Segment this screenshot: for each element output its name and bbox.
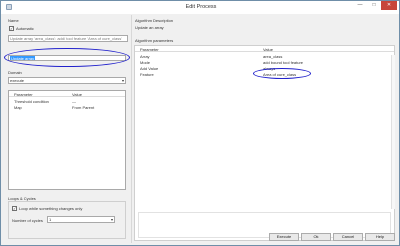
column-header: Parameter xyxy=(140,47,159,52)
execute-button[interactable]: Execute xyxy=(269,233,299,241)
domain-label: Domain xyxy=(8,70,22,75)
chevron-down-icon: ▾ xyxy=(121,78,124,83)
algorithm-description-label: Algorithm Description xyxy=(135,18,174,23)
chevron-down-icon: ▾ xyxy=(110,217,113,222)
domain-select-value: execute xyxy=(10,78,25,83)
domain-select[interactable]: execute ▾ xyxy=(8,77,126,84)
maximize-button[interactable]: □ xyxy=(367,1,381,10)
close-button[interactable]: ✕ xyxy=(381,1,397,10)
table-header: Parameter Value xyxy=(9,91,125,97)
parameter-cell: Threshold condition xyxy=(14,99,49,104)
ok-button[interactable]: Ok xyxy=(301,233,331,241)
cycles-select-value: 1 xyxy=(49,217,52,222)
algorithm-parameters-label: Algorithm parameters xyxy=(135,38,174,43)
value-cell[interactable]: From Parent xyxy=(72,105,94,110)
app-icon xyxy=(6,4,12,10)
loop-checkbox-label: Loop while something changes only xyxy=(19,206,83,211)
vertical-scrollbar[interactable] xyxy=(391,55,395,209)
hand-drawn-circle-annotation xyxy=(253,68,311,79)
parameter-cell: Mode xyxy=(140,60,151,65)
column-header: Value xyxy=(72,92,82,97)
value-cell[interactable]: — xyxy=(72,99,76,104)
name-label: Name xyxy=(8,18,19,23)
column-header: Value xyxy=(263,47,273,52)
window-title: Edit Process xyxy=(185,4,217,10)
algorithm-description-value: Update an array xyxy=(135,25,164,30)
loop-checkbox[interactable]: ✓ xyxy=(12,206,17,211)
parameter-cell: Map xyxy=(14,105,22,110)
cycles-select[interactable]: 1 ▾ xyxy=(47,216,115,223)
parameter-cell: Feature xyxy=(140,72,154,77)
title-bar: Edit Process — □ ✕ xyxy=(1,1,399,14)
automatic-checkbox[interactable]: ✓ xyxy=(9,26,14,31)
parameter-cell: Array xyxy=(140,54,150,59)
panel-splitter[interactable] xyxy=(131,15,132,243)
process-parameters-table: Parameter Value Threshold condition — Ma… xyxy=(8,90,126,190)
cancel-button[interactable]: Cancel xyxy=(333,233,363,241)
table-header: Parameter Value xyxy=(135,46,394,52)
name-expression-field[interactable]: Update array 'area_class': add/ tool fea… xyxy=(8,35,128,42)
value-cell[interactable]: area_class xyxy=(263,54,282,59)
automatic-label: Automatic xyxy=(16,26,34,31)
help-button[interactable]: Help xyxy=(365,233,395,241)
minimize-button[interactable]: — xyxy=(353,1,367,10)
edit-process-dialog: Edit Process — □ ✕ Name ✓ Automatic Upda… xyxy=(0,0,400,246)
name-expression-text: Update array 'area_class': add/ tool fea… xyxy=(10,36,123,41)
cycles-label: Number of cycles xyxy=(12,218,43,223)
dialog-client-area: Name ✓ Automatic Update array 'area_clas… xyxy=(4,15,396,243)
parameter-cell: Add Value xyxy=(140,66,159,71)
column-header: Parameter xyxy=(14,92,33,97)
hand-drawn-circle-annotation xyxy=(4,48,130,67)
value-cell[interactable]: add bound tool feature xyxy=(263,60,303,65)
